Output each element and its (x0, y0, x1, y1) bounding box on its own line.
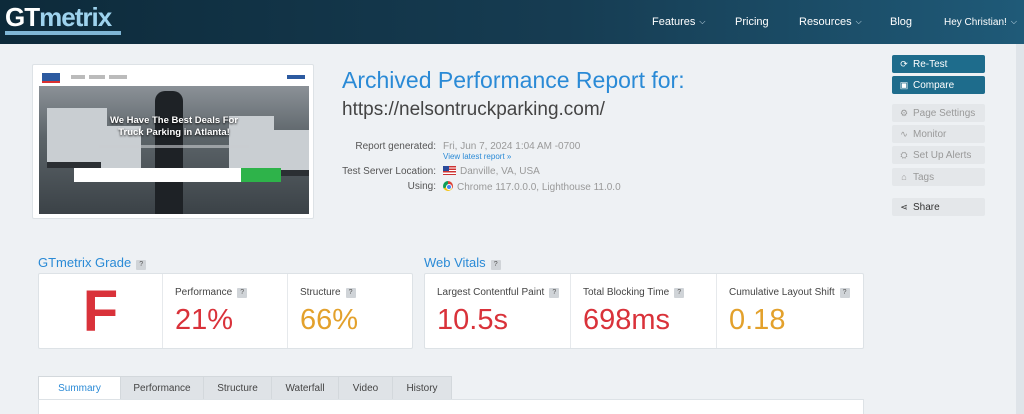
lcp-cell: Largest Contentful Paint? 10.5s (425, 274, 571, 348)
screenshot-person (155, 91, 183, 214)
chevron-down-icon: ⌵ (699, 17, 706, 26)
retest-button[interactable]: ⟳ Re-Test (892, 55, 985, 73)
tab-waterfall[interactable]: Waterfall (272, 376, 339, 400)
cls-value: 0.18 (729, 304, 786, 336)
pulse-icon: ∿ (900, 128, 908, 139)
server-location-value: Danville, VA, USA (443, 166, 540, 177)
using-value: Chrome 117.0.0.0, Lighthouse 11.0.0 (443, 181, 621, 193)
nav-pricing[interactable]: Pricing (735, 0, 769, 44)
web-vitals-card: Largest Contentful Paint? 10.5s Total Bl… (424, 273, 864, 349)
lcp-label: Largest Contentful Paint? (437, 287, 560, 298)
nav-blog[interactable]: Blog (890, 0, 912, 44)
performance-value: 21% (175, 304, 234, 336)
tag-icon: ⌂ (901, 172, 907, 182)
help-icon[interactable]: ? (674, 288, 685, 298)
tbt-label: Total Blocking Time? (583, 287, 685, 298)
monitor-button[interactable]: ∿ Monitor (892, 125, 985, 143)
screenshot-site-logo (42, 73, 60, 83)
chevron-down-icon: ⌵ (855, 17, 862, 26)
compare-icon: ▣ (899, 79, 909, 90)
gear-icon: ⚙ (899, 107, 909, 118)
grade-letter-cell: F (39, 274, 163, 348)
help-icon[interactable]: ? (549, 288, 560, 298)
tab-video[interactable]: Video (339, 376, 393, 400)
report-tabs: Summary Performance Structure Waterfall … (38, 376, 452, 400)
report-generated-value: Fri, Jun 7, 2024 1:04 AM -0700 (443, 141, 581, 152)
structure-cell: Structure? 66% (288, 274, 412, 348)
structure-value: 66% (300, 304, 359, 336)
tab-history[interactable]: History (393, 376, 452, 400)
page-screenshot-card: We Have The Best Deals For Truck Parking … (32, 64, 314, 219)
set-up-alerts-button[interactable]: ⛭ Set Up Alerts (892, 146, 985, 164)
nav-resources[interactable]: Resources ⌵ (799, 0, 862, 44)
screenshot-headline: We Have The Best Deals For Truck Parking … (109, 115, 239, 138)
help-icon[interactable]: ? (490, 260, 501, 270)
chevron-down-icon: ⌵ (1010, 17, 1017, 26)
performance-cell: Performance? 21% (163, 274, 288, 348)
web-vitals-heading: Web Vitals? (424, 255, 501, 270)
share-icon: ⋖ (900, 201, 908, 212)
cls-cell: Cumulative Layout Shift? 0.18 (717, 274, 863, 348)
nav-features[interactable]: Features ⌵ (652, 0, 706, 44)
help-icon[interactable]: ? (136, 260, 147, 270)
gtmetrix-grade-heading: GTmetrix Grade? (38, 255, 147, 270)
screenshot-header (39, 70, 309, 86)
chrome-icon (443, 181, 453, 191)
page-screenshot[interactable]: We Have The Best Deals For Truck Parking … (39, 70, 309, 214)
refresh-icon: ⟳ (900, 58, 908, 69)
performance-label: Performance? (175, 287, 248, 298)
view-latest-report-link[interactable]: View latest report » (443, 152, 511, 161)
gtmetrix-grade-card: F Performance? 21% Structure? 66% (38, 273, 413, 349)
scrollbar-track[interactable] (1016, 44, 1024, 414)
nav-account-menu[interactable]: Hey Christian! ⌵ (944, 0, 1017, 44)
share-button[interactable]: ⋖ Share (892, 198, 985, 216)
tbt-cell: Total Blocking Time? 698ms (571, 274, 717, 348)
compare-button[interactable]: ▣ Compare (892, 76, 985, 94)
structure-label: Structure? (300, 287, 356, 298)
lcp-value: 10.5s (437, 304, 508, 336)
grade-letter: F (82, 278, 119, 344)
us-flag-icon (443, 166, 456, 175)
server-location-label: Test Server Location: (342, 166, 436, 177)
tbt-value: 698ms (583, 304, 671, 336)
help-icon[interactable]: ? (839, 288, 850, 298)
alert-icon: ⛭ (900, 149, 908, 160)
gtmetrix-logo[interactable]: GTmetrix (5, 4, 121, 35)
top-nav-bar: GTmetrix Features ⌵ Pricing Resources ⌵ Bl… (0, 0, 1024, 44)
page-settings-button[interactable]: ⚙ Page Settings (892, 104, 985, 122)
tab-structure[interactable]: Structure (204, 376, 272, 400)
page-title: Archived Performance Report for: (342, 67, 685, 93)
tab-content-panel (38, 399, 864, 414)
help-icon[interactable]: ? (345, 288, 356, 298)
tags-button[interactable]: ⌂ Tags (892, 168, 985, 186)
screenshot-form (74, 168, 281, 182)
help-icon[interactable]: ? (237, 288, 248, 298)
tab-summary[interactable]: Summary (38, 376, 121, 400)
report-url: https://nelsontruckparking.com/ (342, 99, 605, 120)
using-label: Using: (407, 181, 436, 192)
tab-performance[interactable]: Performance (121, 376, 204, 400)
report-generated-label: Report generated: (355, 141, 436, 152)
cls-label: Cumulative Layout Shift? (729, 287, 850, 298)
